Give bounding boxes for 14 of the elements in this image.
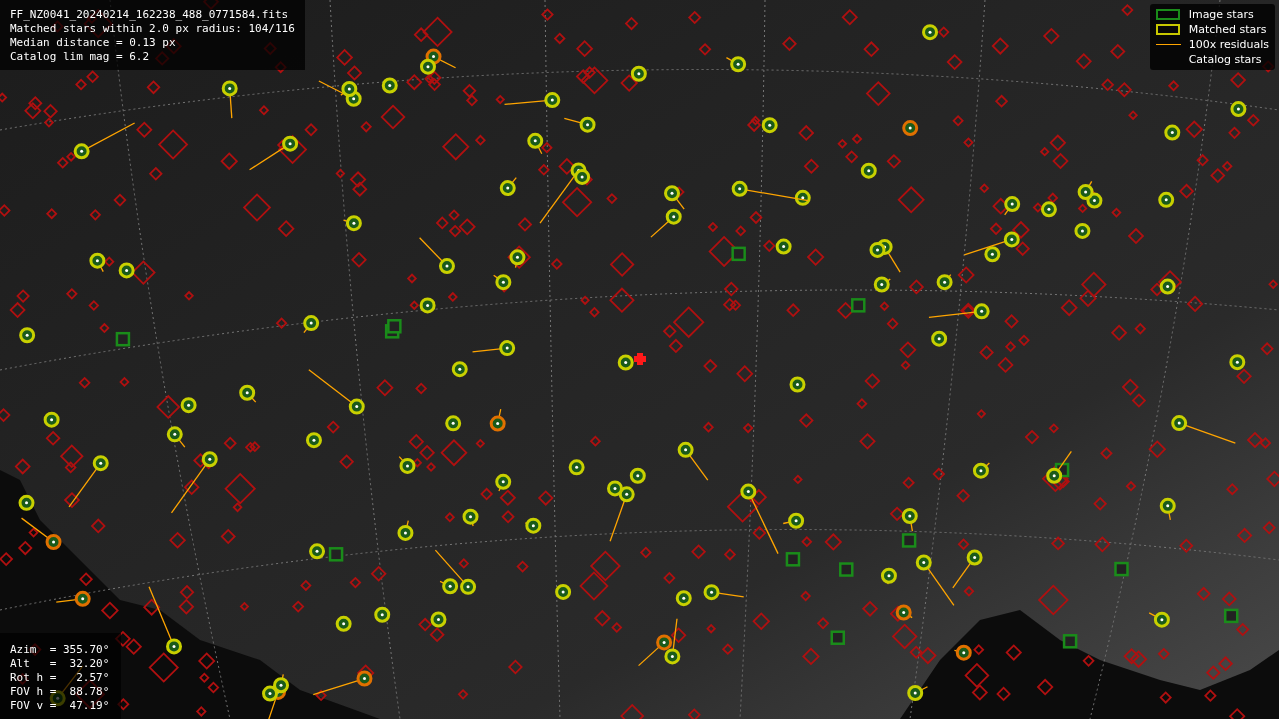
info-text: Catalog lim mag = 6.2	[10, 50, 151, 64]
center-cross-icon	[634, 353, 646, 365]
pointing-text: FOV v = 47.19°	[10, 699, 110, 713]
pointing-text: Alt = 32.20°	[10, 657, 110, 671]
info-text: FF_NZ0041_20240214_162238_488_0771584.fits	[10, 8, 290, 22]
legend-label: Catalog stars	[1188, 53, 1262, 66]
pointing-text: FOV h = 88.78°	[10, 685, 110, 699]
pointing-text: Rot h = 2.57°	[10, 671, 110, 685]
info-text: Matched stars within 2.0 px radius: 104/116	[10, 22, 295, 36]
legend-label: 100x residuals	[1188, 38, 1269, 51]
legend-label: Image stars	[1188, 8, 1254, 21]
legend-label: Matched stars	[1188, 23, 1267, 36]
pointing-text: Azim = 355.70°	[10, 643, 110, 657]
info-text: Median distance = 0.13 px	[10, 36, 177, 50]
